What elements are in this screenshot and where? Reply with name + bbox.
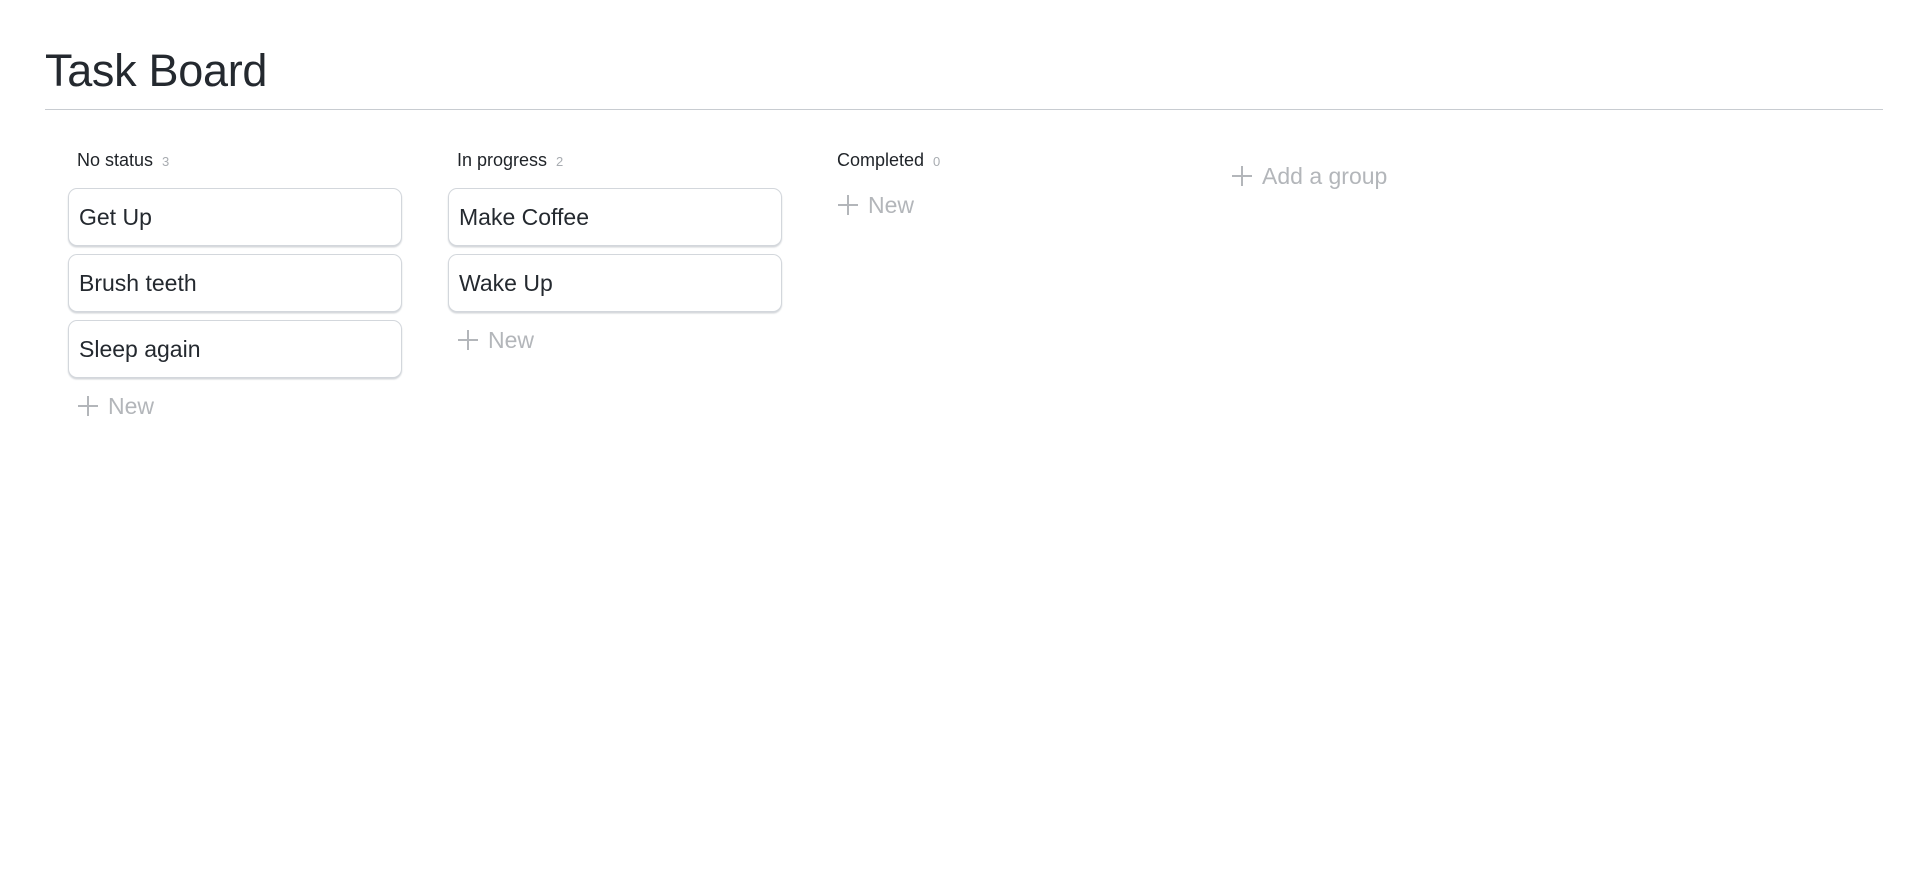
column-count: 2 — [556, 154, 564, 169]
new-card-button[interactable]: New — [448, 320, 784, 360]
task-board-page: Task Board No status 3 Get Up Brush teet… — [0, 0, 1913, 869]
new-card-label: New — [868, 191, 915, 218]
plus-icon — [838, 195, 858, 215]
column-no-status: No status 3 Get Up Brush teeth Sleep aga… — [68, 150, 404, 426]
card-label: Sleep again — [79, 335, 201, 362]
new-card-button[interactable]: New — [68, 386, 404, 426]
card-label: Make Coffee — [459, 203, 589, 230]
new-card-label: New — [108, 392, 155, 419]
task-card-get-up[interactable]: Get Up — [68, 188, 402, 246]
card-label: Wake Up — [459, 269, 553, 296]
column-header: No status 3 — [68, 150, 404, 174]
column-in-progress: In progress 2 Make Coffee Wake Up New — [448, 150, 784, 360]
column-header: Completed 0 — [828, 150, 1164, 174]
plus-icon — [1232, 166, 1252, 186]
page-title: Task Board — [45, 45, 268, 96]
card-label: Brush teeth — [79, 269, 197, 296]
task-card-make-coffee[interactable]: Make Coffee — [448, 188, 782, 246]
task-card-wake-up[interactable]: Wake Up — [448, 254, 782, 312]
task-card-sleep-again[interactable]: Sleep again — [68, 320, 402, 378]
plus-icon — [78, 396, 98, 416]
new-card-label: New — [488, 326, 535, 353]
plus-icon — [458, 330, 478, 350]
column-title: Completed — [837, 150, 925, 170]
column-title: In progress — [457, 150, 548, 170]
add-group-label: Add a group — [1262, 162, 1388, 189]
column-completed: Completed 0 New — [828, 150, 1164, 225]
title-divider — [45, 109, 1883, 110]
new-card-button[interactable]: New — [828, 185, 1164, 225]
card-list: Make Coffee Wake Up — [448, 188, 784, 312]
task-card-brush-teeth[interactable]: Brush teeth — [68, 254, 402, 312]
column-count: 3 — [162, 154, 170, 169]
column-header: In progress 2 — [448, 150, 784, 174]
column-count: 0 — [933, 154, 941, 169]
column-title: No status — [77, 150, 154, 170]
card-label: Get Up — [79, 203, 152, 230]
card-list: Get Up Brush teeth Sleep again — [68, 188, 404, 378]
add-group-button[interactable]: Add a group — [1232, 160, 1387, 192]
